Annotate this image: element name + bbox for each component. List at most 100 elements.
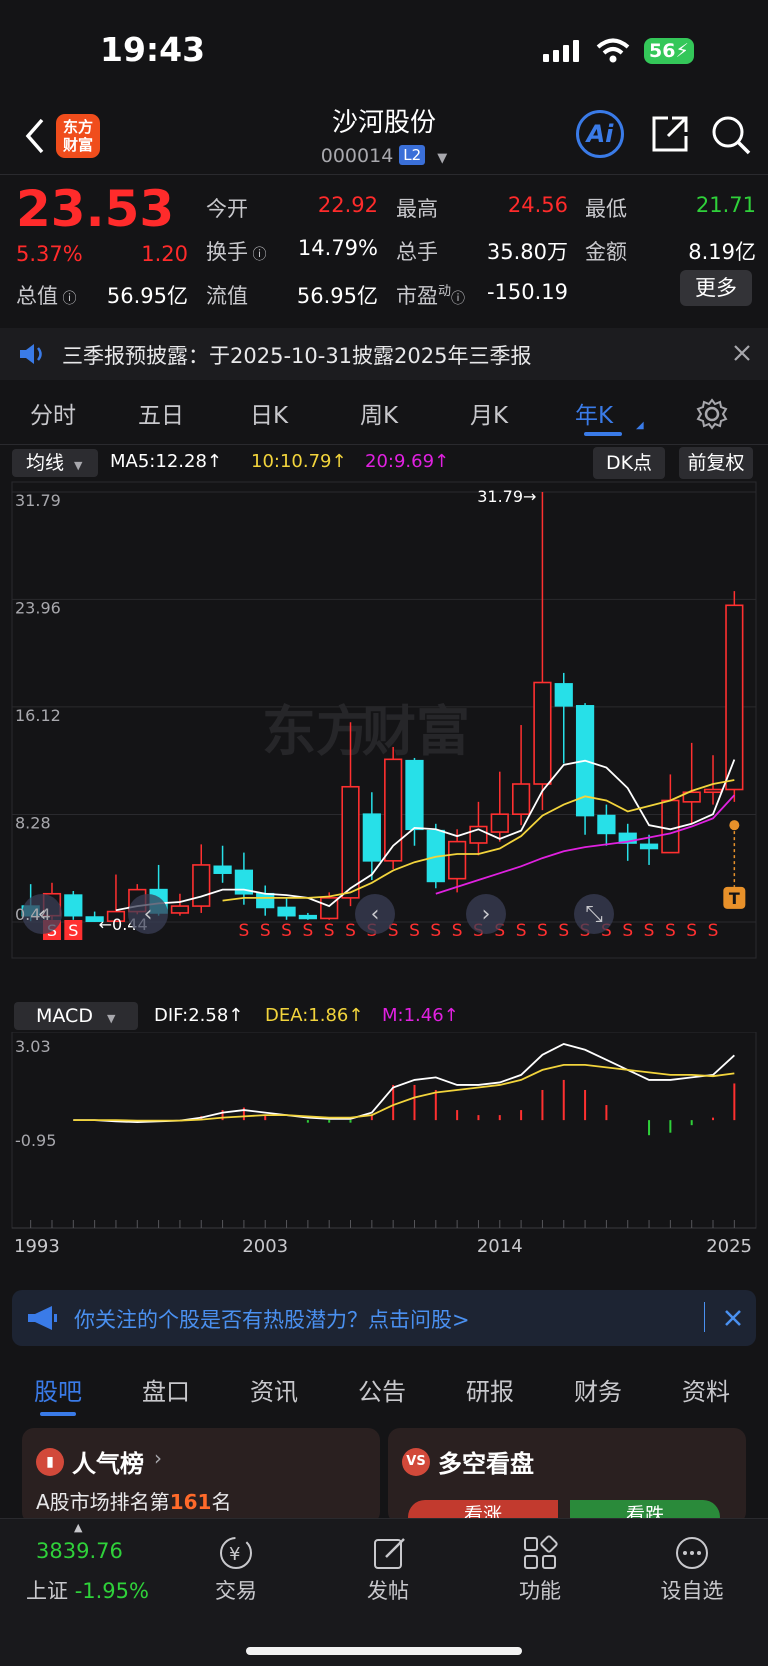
- kline-chart[interactable]: 东方 财富 31.79→←0.44 SSSSSSSSSSSSSSSSSSSSSS…: [0, 480, 768, 1000]
- tab-pankou[interactable]: 盘口: [142, 1372, 190, 1407]
- nav-post[interactable]: 发帖: [338, 1575, 438, 1605]
- high-label: 最高: [396, 197, 438, 221]
- notice-text: 三季报预披露：于2025-10-31披露2025年三季报: [62, 344, 532, 368]
- sell-signal: S: [558, 921, 569, 941]
- dif-label: DIF:2.58↑: [154, 1005, 244, 1026]
- chart-nav-arrow-icon: ‹: [371, 902, 380, 927]
- ma20-label: 20:9.69↑: [365, 451, 450, 472]
- candle-body: [362, 813, 381, 862]
- tab-zixun[interactable]: 资讯: [250, 1372, 298, 1407]
- dk-button[interactable]: DK点: [593, 447, 665, 479]
- sell-signal: S: [281, 921, 292, 941]
- tab-yuek[interactable]: 月K: [470, 396, 508, 430]
- turnover-value: 14.79%: [297, 236, 378, 260]
- more-button[interactable]: 更多: [680, 270, 752, 306]
- ma-selector[interactable]: 均线 ▼: [12, 449, 98, 477]
- candle-body: [341, 785, 360, 899]
- macd-axis-label: -0.95: [15, 1131, 56, 1150]
- watchlist-icon[interactable]: [674, 1535, 710, 1571]
- adjust-button[interactable]: 前复权: [679, 447, 753, 479]
- candle-body: [490, 813, 509, 833]
- dk-marker-dot: [729, 820, 740, 831]
- tab-gonggao[interactable]: 公告: [358, 1372, 406, 1407]
- nav-watchlist[interactable]: 设自选: [642, 1575, 742, 1605]
- ai-button[interactable]: Ai: [576, 110, 624, 158]
- sell-signal: S: [537, 921, 548, 941]
- close-icon[interactable]: [733, 344, 751, 362]
- current-price: 23.53: [16, 180, 175, 238]
- tab-fenshi[interactable]: 分时: [30, 396, 76, 430]
- svg-text:¥: ¥: [229, 1544, 240, 1565]
- change-pct: 5.37%: [16, 242, 83, 266]
- candle-body: [170, 905, 190, 914]
- post-icon[interactable]: [372, 1535, 408, 1571]
- nav-function[interactable]: 功能: [490, 1575, 590, 1605]
- price-axis-label: 16.12: [15, 706, 61, 725]
- tab-rik[interactable]: 日K: [250, 396, 288, 430]
- candle-body: [639, 843, 659, 850]
- candle-body: [511, 783, 531, 815]
- function-icon[interactable]: [522, 1535, 558, 1571]
- sell-signal: S: [302, 921, 313, 941]
- index-value[interactable]: 3839.76: [36, 1539, 123, 1563]
- settings-gear-icon[interactable]: [696, 398, 728, 430]
- ma10-label: 10:10.79↑: [251, 451, 347, 472]
- home-indicator: [246, 1647, 522, 1655]
- tab-zhouk[interactable]: 周K: [360, 396, 398, 430]
- pe-label: 市盈动ⓘ: [396, 284, 466, 308]
- chart-nav-arrow-icon: ›: [482, 902, 491, 927]
- battery-icon: 56⚡: [644, 38, 694, 64]
- dropdown-icon: ▼: [437, 151, 448, 166]
- chart-nav-arrow-icon: ⤡: [585, 902, 603, 927]
- sell-signal: S: [238, 921, 249, 941]
- share-icon[interactable]: [650, 114, 690, 154]
- notice-bar[interactable]: 三季报预披露：于2025-10-31披露2025年三季报: [0, 328, 768, 380]
- promo-bar[interactable]: 你关注的个股是否有热股潜力？点击问股>: [12, 1290, 756, 1346]
- low-label: 最低: [585, 197, 627, 221]
- turnover-label: 换手 ⓘ: [206, 240, 267, 264]
- vs-card[interactable]: VS 多空看盘 看涨 看跌: [388, 1428, 746, 1524]
- tab-niank[interactable]: 年K: [575, 396, 613, 430]
- macd-chart[interactable]: 3.03 -0.95 1993 2003 2014 2025: [0, 1032, 768, 1278]
- close-icon[interactable]: [724, 1309, 742, 1327]
- speaker-icon: [20, 344, 42, 364]
- max-price-label: 31.79→: [477, 487, 536, 506]
- battery-level: 56: [649, 40, 676, 62]
- price-axis-label: 8.28: [15, 813, 51, 832]
- caret-up-icon: ▲: [74, 1521, 83, 1534]
- trade-icon[interactable]: ¥: [218, 1535, 254, 1571]
- tab-ziliao[interactable]: 资料: [682, 1372, 730, 1407]
- tab-dropdown-icon: ◢: [636, 420, 644, 431]
- ma-selector-label: 均线: [26, 452, 65, 474]
- sell-signal: S: [68, 921, 78, 940]
- chevron-right-icon: ›: [154, 1446, 162, 1470]
- level-badge: L2: [399, 145, 426, 165]
- x-axis-label: 2025: [706, 1236, 752, 1257]
- ma5-label: MA5:12.28↑: [110, 451, 222, 472]
- pe-value: -150.19: [486, 280, 568, 304]
- sell-signal: S: [665, 921, 676, 941]
- bottom-tab-indicator: [40, 1412, 76, 1416]
- sell-signal: S: [409, 921, 420, 941]
- tab-wuri[interactable]: 五日: [138, 396, 184, 430]
- status-bar: 19:43 56⚡: [0, 0, 768, 95]
- watermark: 东方: [262, 700, 370, 763]
- nav-trade[interactable]: 交易: [186, 1575, 286, 1605]
- tab-caiwu[interactable]: 财务: [574, 1372, 622, 1407]
- rank-card[interactable]: ▮ 人气榜 › A股市场排名第161名: [22, 1428, 380, 1524]
- search-icon[interactable]: [710, 114, 752, 156]
- index-row[interactable]: 上证 -1.95%: [26, 1575, 149, 1605]
- watermark: 财富: [362, 700, 470, 763]
- float-label: 流值: [206, 284, 248, 308]
- change-value: 1.20: [141, 242, 188, 266]
- candle-body: [213, 865, 232, 874]
- stock-code: 000014: [320, 145, 394, 167]
- signal-icon: [543, 40, 579, 62]
- rank-text: A股市场排名第161名: [36, 1490, 232, 1514]
- tab-yanbao[interactable]: 研报: [466, 1372, 514, 1407]
- tab-guba[interactable]: 股吧: [34, 1372, 82, 1407]
- macd-selector[interactable]: MACD ▼: [14, 1002, 138, 1030]
- low-value: 21.71: [695, 193, 756, 217]
- m-label: M:1.46↑: [382, 1005, 459, 1026]
- x-axis-label: 1993: [14, 1236, 60, 1257]
